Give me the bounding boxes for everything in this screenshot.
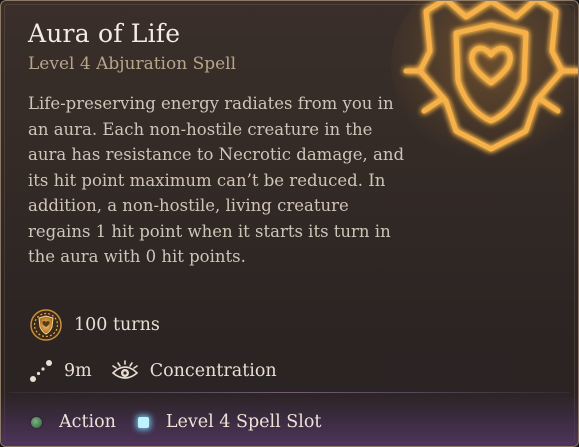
- range-dotted-line-icon: [30, 360, 52, 382]
- spell-slot-label: Level 4 Spell Slot: [165, 412, 322, 432]
- aura-of-life-spell-art: [391, 1, 578, 161]
- spell-level-school: Level 4 Abjuration Spell: [28, 54, 237, 74]
- spell-description: Life-preserving energy radiates from you…: [28, 94, 405, 266]
- action-label: Action: [59, 412, 116, 432]
- range-row: 9m Concentration: [28, 358, 277, 384]
- concentration-eye-icon: [111, 360, 138, 379]
- duration-value: 100 turns: [74, 315, 160, 335]
- footer-divider: [9, 392, 570, 393]
- spell-title: Aura of Life: [28, 19, 181, 48]
- spell-slot-icon: [137, 416, 149, 428]
- duration-row: 100 turns: [28, 308, 160, 342]
- hourglass-shield-icon: [30, 309, 62, 341]
- spell-tooltip: Aura of Life Level 4 Abjuration Spell Li…: [0, 0, 579, 447]
- action-dot-icon: [31, 416, 42, 428]
- cost-row: Action Level 4 Spell Slot: [31, 412, 321, 432]
- concentration-label: Concentration: [149, 361, 277, 381]
- range-value: 9m: [64, 361, 92, 381]
